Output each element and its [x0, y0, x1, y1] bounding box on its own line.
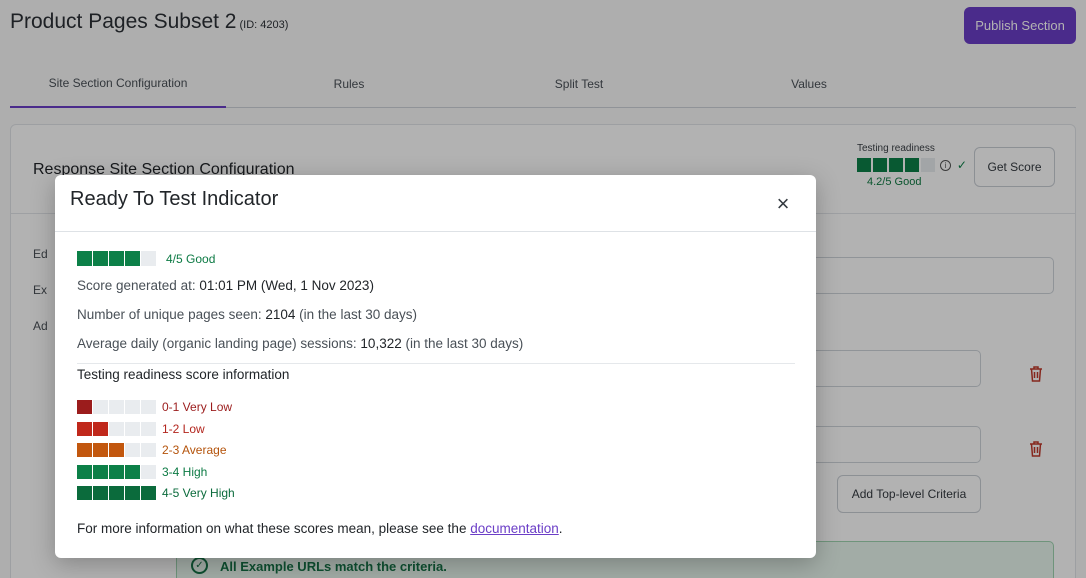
score-indicator: 4/5 Good [77, 251, 215, 266]
close-icon[interactable]: × [772, 193, 794, 215]
footer-end: . [558, 521, 563, 536]
score-segment [109, 464, 124, 479]
score-generated-line: Score generated at: 01:01 PM (Wed, 1 Nov… [77, 278, 374, 293]
score-segment [109, 400, 124, 414]
sessions-suffix: (in the last 30 days) [401, 336, 524, 351]
legend-label: 0-1 Very Low [162, 400, 233, 414]
score-segment [109, 421, 124, 436]
score-segment [141, 486, 156, 500]
unique-pages-line: Number of unique pages seen: 2104 (in th… [77, 307, 417, 322]
sessions-value: 10,322 [360, 336, 402, 351]
legend-bar [77, 443, 157, 457]
legend-row: 4-5 Very High [77, 486, 235, 500]
legend-label: 3-4 High [162, 464, 208, 479]
legend-label: 4-5 Very High [162, 486, 235, 500]
score-segment [125, 464, 140, 479]
legend-row: 2-3 Average [77, 443, 227, 457]
legend-bar [77, 464, 157, 479]
score-segment [125, 421, 140, 436]
score-segment [93, 464, 108, 479]
score-info-title: Testing readiness score information [77, 367, 290, 382]
sessions-label: Average daily (organic landing page) ses… [77, 336, 361, 351]
score-segment [93, 486, 108, 500]
score-segment [93, 251, 108, 266]
score-segment [77, 486, 92, 500]
modal-header: Ready To Test Indicator × [55, 175, 816, 232]
legend-label: 1-2 Low [162, 421, 205, 436]
score-segment [141, 400, 156, 414]
legend-bar [77, 486, 157, 500]
pages-suffix: (in the last 30 days) [295, 307, 417, 322]
footer-text: For more information on what these score… [77, 521, 471, 536]
documentation-link[interactable]: documentation [470, 521, 559, 536]
legend-row: 1-2 Low [77, 421, 205, 436]
generated-value: 01:01 PM (Wed, 1 Nov 2023) [199, 278, 374, 293]
score-segment [77, 421, 92, 436]
score-segment [77, 400, 92, 414]
modal-title: Ready To Test Indicator [70, 188, 279, 210]
score-segment [125, 251, 140, 266]
score-segment [93, 400, 108, 414]
pages-value: 2104 [265, 307, 296, 322]
score-segment [125, 486, 140, 500]
body-divider [77, 363, 795, 364]
sessions-line: Average daily (organic landing page) ses… [77, 336, 523, 351]
score-segment [109, 443, 124, 457]
legend-row: 3-4 High [77, 464, 208, 479]
score-segment [93, 443, 108, 457]
score-segment [125, 443, 140, 457]
score-bar [77, 251, 157, 266]
legend-bar [77, 421, 157, 436]
score-segment [77, 464, 92, 479]
legend-row: 0-1 Very Low [77, 400, 232, 414]
score-segment [141, 251, 156, 266]
pages-label: Number of unique pages seen: [77, 307, 266, 322]
score-segment [141, 421, 156, 436]
legend-bar [77, 400, 157, 414]
score-text: 4/5 Good [166, 251, 216, 266]
score-segment [109, 486, 124, 500]
score-segment [93, 421, 108, 436]
score-segment [77, 443, 92, 457]
generated-label: Score generated at: [77, 278, 200, 293]
score-segment [109, 251, 124, 266]
ready-to-test-modal: Ready To Test Indicator × 4/5 Good Score… [55, 175, 816, 558]
legend-label: 2-3 Average [162, 443, 227, 457]
score-segment [125, 400, 140, 414]
score-segment [141, 443, 156, 457]
documentation-note: For more information on what these score… [77, 521, 563, 536]
score-segment [77, 251, 92, 266]
score-segment [141, 464, 156, 479]
